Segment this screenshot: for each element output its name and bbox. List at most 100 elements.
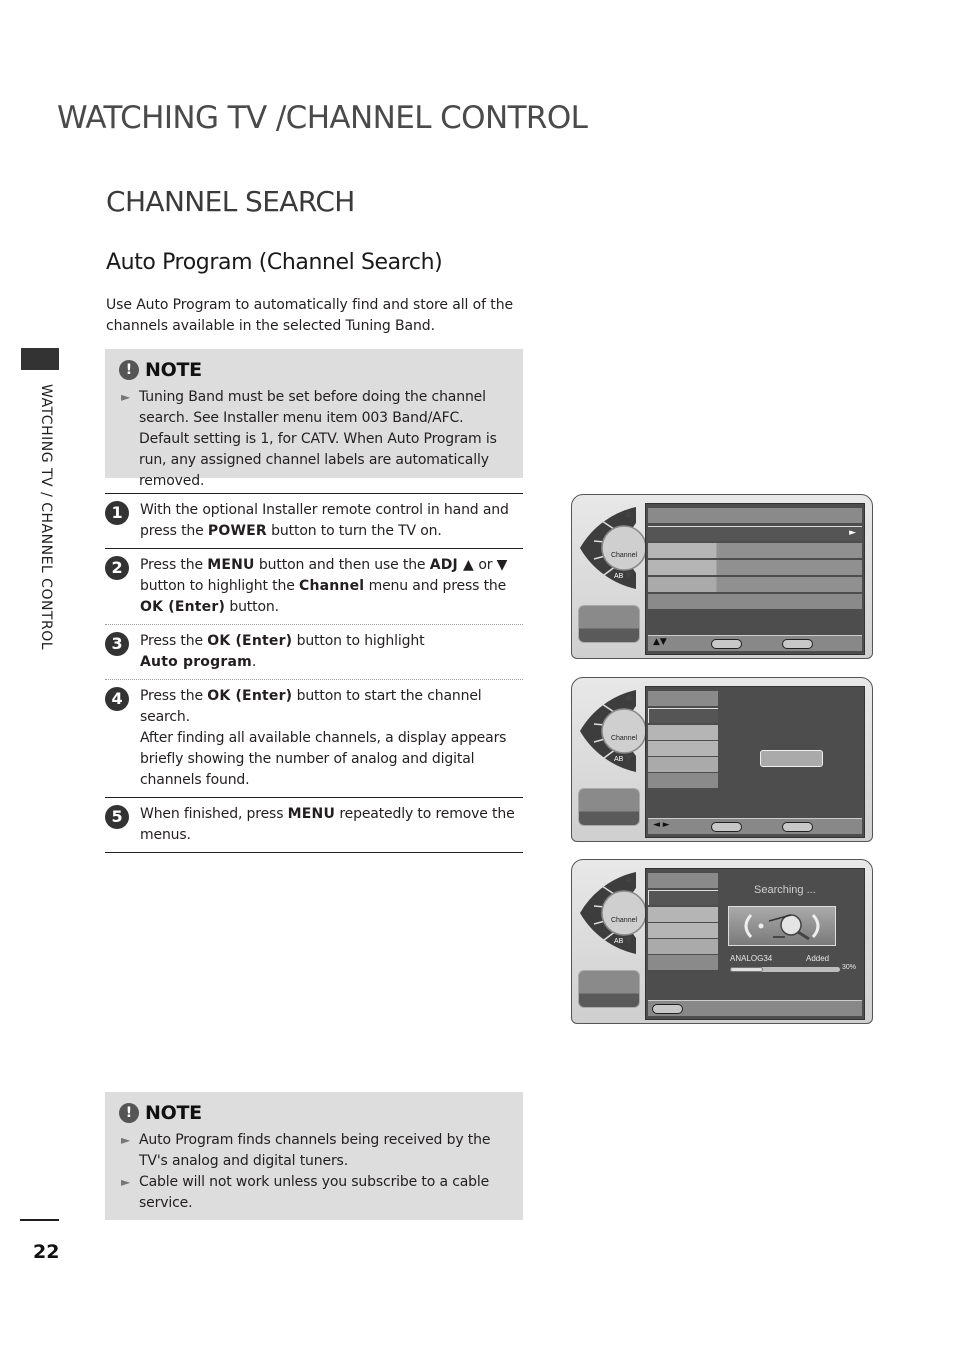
down-arrow-icon: ▼ <box>625 936 632 946</box>
wheel-label: Channel <box>611 552 638 559</box>
subsection-title: Auto Program (Channel Search) <box>106 250 443 275</box>
osd-footer: ◄ ► <box>648 818 862 834</box>
progress-percent: 30% <box>842 964 857 971</box>
tv-preview-icon <box>578 605 640 643</box>
bullet-arrow-icon: ► <box>121 1175 131 1189</box>
osd-panel: ◄ ► <box>645 686 865 838</box>
left-right-nav-icon: ◄ ► <box>653 820 670 830</box>
channel-name: ANALOG34 <box>730 954 773 963</box>
channel-result: Added <box>806 954 830 963</box>
step-5: 5 When finished, press MENU repeatedly t… <box>105 797 523 853</box>
osd-screen-auto-program: Channel AB ▲ ▼ ◄ ► <box>571 677 873 842</box>
side-tab-marker <box>21 348 59 370</box>
svg-text:AB: AB <box>614 756 624 763</box>
right-arrow-icon: ► <box>849 528 856 538</box>
step-2: 2 Press the MENU button and then use the… <box>105 548 523 624</box>
step-text: . <box>251 654 257 670</box>
section-title: CHANNEL SEARCH <box>106 185 355 218</box>
step-text: Press the <box>140 633 208 649</box>
step-text: menu and press the <box>364 578 507 594</box>
step-1: 1 With the optional Installer remote con… <box>105 493 523 548</box>
submenu-row-selected[interactable] <box>648 708 718 723</box>
page-header: WATCHING TV /CHANNEL CONTROL <box>57 100 588 136</box>
up-arrow-icon: ▲ <box>625 874 632 884</box>
step-3: 3 Press the OK (Enter) button to highlig… <box>105 624 523 679</box>
button-name-ok: OK (Enter) <box>207 633 293 649</box>
steps-list: 1 With the optional Installer remote con… <box>105 493 523 853</box>
down-arrow-icon: ▼ <box>625 754 632 764</box>
submenu-row <box>648 725 718 740</box>
step-number-badge: 5 <box>105 805 129 829</box>
step-number-badge: 1 <box>105 501 129 525</box>
submenu-row <box>648 923 718 938</box>
svg-text:AB: AB <box>614 573 624 580</box>
note-item: ► Tuning Band must be set before doing t… <box>119 387 509 492</box>
button-name-power: POWER <box>207 523 267 539</box>
osd-panel: ► ▲▼ <box>645 503 865 655</box>
button-name-menu: MENU <box>287 806 336 822</box>
footer-button[interactable] <box>711 822 742 832</box>
antenna-search-icon <box>728 906 836 946</box>
submenu-row <box>648 873 718 888</box>
svg-text:AB: AB <box>614 938 624 945</box>
stop-button[interactable] <box>652 1004 683 1014</box>
menu-name-channel: Channel <box>298 578 365 594</box>
note-item: ► Auto Program finds channels being rece… <box>119 1130 509 1172</box>
note-box-auto-program: ! NOTE ► Auto Program finds channels bei… <box>105 1092 523 1220</box>
note-text: Cable will not work unless you subscribe… <box>139 1174 490 1211</box>
submenu-row <box>648 939 718 954</box>
step-text: button. <box>225 599 279 615</box>
osd-panel: Searching ... ANALOG34 Added 30% <box>645 868 865 1020</box>
tv-preview-icon <box>578 970 640 1008</box>
osd-screen-searching: Channel AB ▲ ▼ Searching ... ANALOG34 Ad… <box>571 859 873 1024</box>
step-text: button and then use the <box>254 557 430 573</box>
note-text: Auto Program finds channels being receiv… <box>139 1132 491 1169</box>
bullet-arrow-icon: ► <box>121 390 131 404</box>
footer-button[interactable] <box>782 639 813 649</box>
side-section-label: WATCHING TV / CHANNEL CONTROL <box>38 384 54 651</box>
submenu-row <box>648 741 718 756</box>
down-arrow-icon: ▼ <box>625 571 632 581</box>
step-number-badge: 2 <box>105 556 129 580</box>
up-arrow-icon: ▲ <box>625 692 632 702</box>
step-text: After finding all available channels, a … <box>140 730 507 788</box>
step-text: button to turn the TV on. <box>266 523 442 539</box>
bullet-arrow-icon: ► <box>121 1133 131 1147</box>
page-number: 22 <box>33 1241 60 1263</box>
tv-preview-icon <box>578 788 640 826</box>
note-header: ! NOTE <box>119 359 509 381</box>
menu-row <box>648 543 862 558</box>
search-progress-fill <box>730 967 763 972</box>
up-arrow-icon: ▲ <box>625 509 632 519</box>
up-down-nav-icon: ▲▼ <box>653 637 667 647</box>
button-name-ok: OK (Enter) <box>207 688 293 704</box>
exclamation-icon: ! <box>119 360 139 380</box>
footer-button[interactable] <box>711 639 742 649</box>
step-text: button to highlight the <box>140 578 299 594</box>
button-name-ok: OK (Enter) <box>140 599 226 615</box>
submenu-row <box>648 757 718 772</box>
menu-row <box>648 508 862 523</box>
step-text: When finished, press <box>140 806 288 822</box>
note-title: NOTE <box>145 1102 202 1124</box>
menu-row-selected[interactable]: ► <box>648 526 862 541</box>
osd-footer: ▲▼ <box>648 635 862 651</box>
start-button[interactable] <box>760 750 823 767</box>
step-text: or <box>474 557 497 573</box>
footer-button[interactable] <box>782 822 813 832</box>
submenu-row-selected <box>648 890 718 905</box>
search-progress-bar <box>730 967 840 972</box>
submenu-row <box>648 773 718 788</box>
note-title: NOTE <box>145 359 202 381</box>
step-number-badge: 4 <box>105 687 129 711</box>
note-header: ! NOTE <box>119 1102 509 1124</box>
down-arrow-glyph: ▼ <box>496 557 508 573</box>
svg-text:Channel: Channel <box>611 735 638 742</box>
submenu-row <box>648 907 718 922</box>
step-text: Press the <box>140 557 208 573</box>
note-text: Tuning Band must be set before doing the… <box>139 389 497 489</box>
searching-status: Searching ... <box>754 884 816 896</box>
exclamation-icon: ! <box>119 1103 139 1123</box>
submenu-row <box>648 955 718 970</box>
menu-row <box>648 560 862 575</box>
